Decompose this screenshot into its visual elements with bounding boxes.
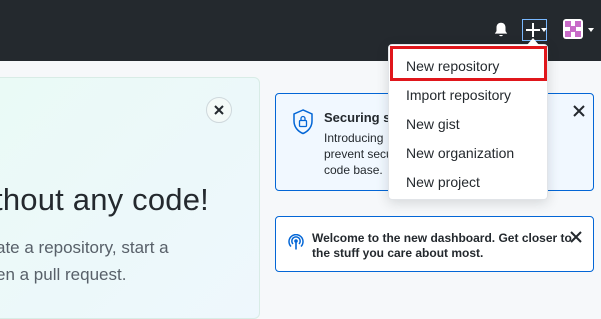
hero-subtext-line: ate a repository, start a bbox=[0, 238, 169, 257]
highlight-box bbox=[390, 46, 547, 81]
menu-item-new-project[interactable]: New project bbox=[406, 174, 480, 190]
close-icon[interactable] bbox=[572, 104, 586, 118]
dropdown-caret bbox=[527, 38, 539, 45]
bell-icon[interactable] bbox=[492, 21, 510, 39]
dismiss-button[interactable] bbox=[206, 97, 232, 123]
security-card-body-line: Introducing bbox=[324, 131, 384, 145]
welcome-text-line: Welcome to the new dashboard. Get closer… bbox=[312, 231, 572, 245]
close-icon bbox=[214, 105, 224, 115]
broadcast-icon bbox=[288, 234, 304, 250]
shield-lock-icon bbox=[293, 109, 313, 135]
menu-item-new-organization[interactable]: New organization bbox=[406, 145, 514, 161]
menu-item-new-gist[interactable]: New gist bbox=[406, 116, 460, 132]
chevron-down-icon bbox=[588, 28, 594, 32]
security-card-title: Securing s bbox=[324, 110, 391, 125]
menu-item-import-repository[interactable]: Import repository bbox=[406, 87, 511, 103]
chevron-down-icon bbox=[541, 28, 547, 32]
close-icon[interactable] bbox=[569, 230, 583, 244]
plus-icon bbox=[526, 23, 540, 37]
hero-subtext-line: en a pull request. bbox=[0, 265, 127, 284]
user-menu-button[interactable] bbox=[563, 19, 597, 41]
security-card-body-line: code base. bbox=[324, 163, 383, 177]
welcome-text-line: the stuff you care about most. bbox=[312, 246, 484, 260]
avatar bbox=[563, 19, 583, 39]
hero-headline: thout any code! bbox=[0, 182, 209, 217]
security-card-body-line: prevent secu bbox=[324, 147, 393, 161]
